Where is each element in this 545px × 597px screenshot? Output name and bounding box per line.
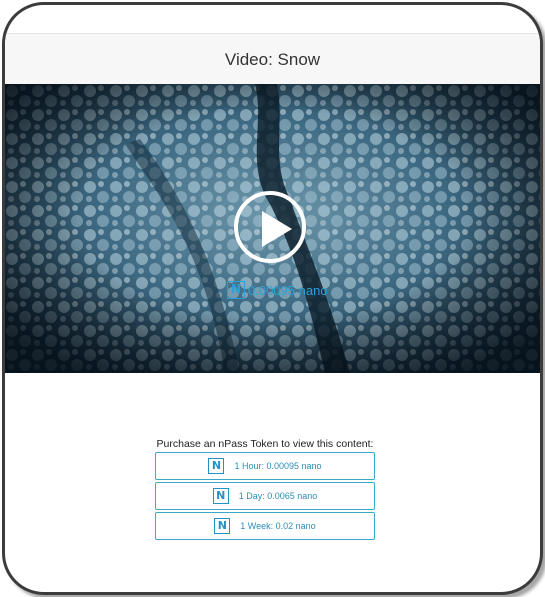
purchase-panel: Purchase an nPass Token to view this con… [155,438,375,542]
option-label: 1 Day: 0.0065 nano [238,491,318,501]
purchase-option-week[interactable]: N 1 Week: 0.02 nano [155,512,375,540]
nano-icon: N [227,281,245,299]
nano-icon: N [212,488,229,504]
price-label: 0.00095 nano [248,282,328,298]
device-frame: Video: Snow N 0.00095 nano Purchase an n… [2,2,543,595]
purchase-option-hour[interactable]: N 1 Hour: 0.00095 nano [155,452,375,480]
purchase-option-day[interactable]: N 1 Day: 0.0065 nano [155,482,375,510]
option-label: 1 Hour: 0.00095 nano [234,461,322,471]
option-label: 1 Week: 0.02 nano [240,521,316,531]
nano-icon: N [214,518,231,534]
price-overlay: N 0.00095 nano [227,281,328,299]
play-icon [262,211,292,247]
purchase-title: Purchase an nPass Token to view this con… [156,438,374,450]
nano-icon: N [208,458,225,474]
page-header: Video: Snow [5,33,540,86]
page-title: Video: Snow [224,49,321,69]
play-button[interactable] [234,191,306,263]
video-player[interactable]: N 0.00095 nano [5,84,540,373]
